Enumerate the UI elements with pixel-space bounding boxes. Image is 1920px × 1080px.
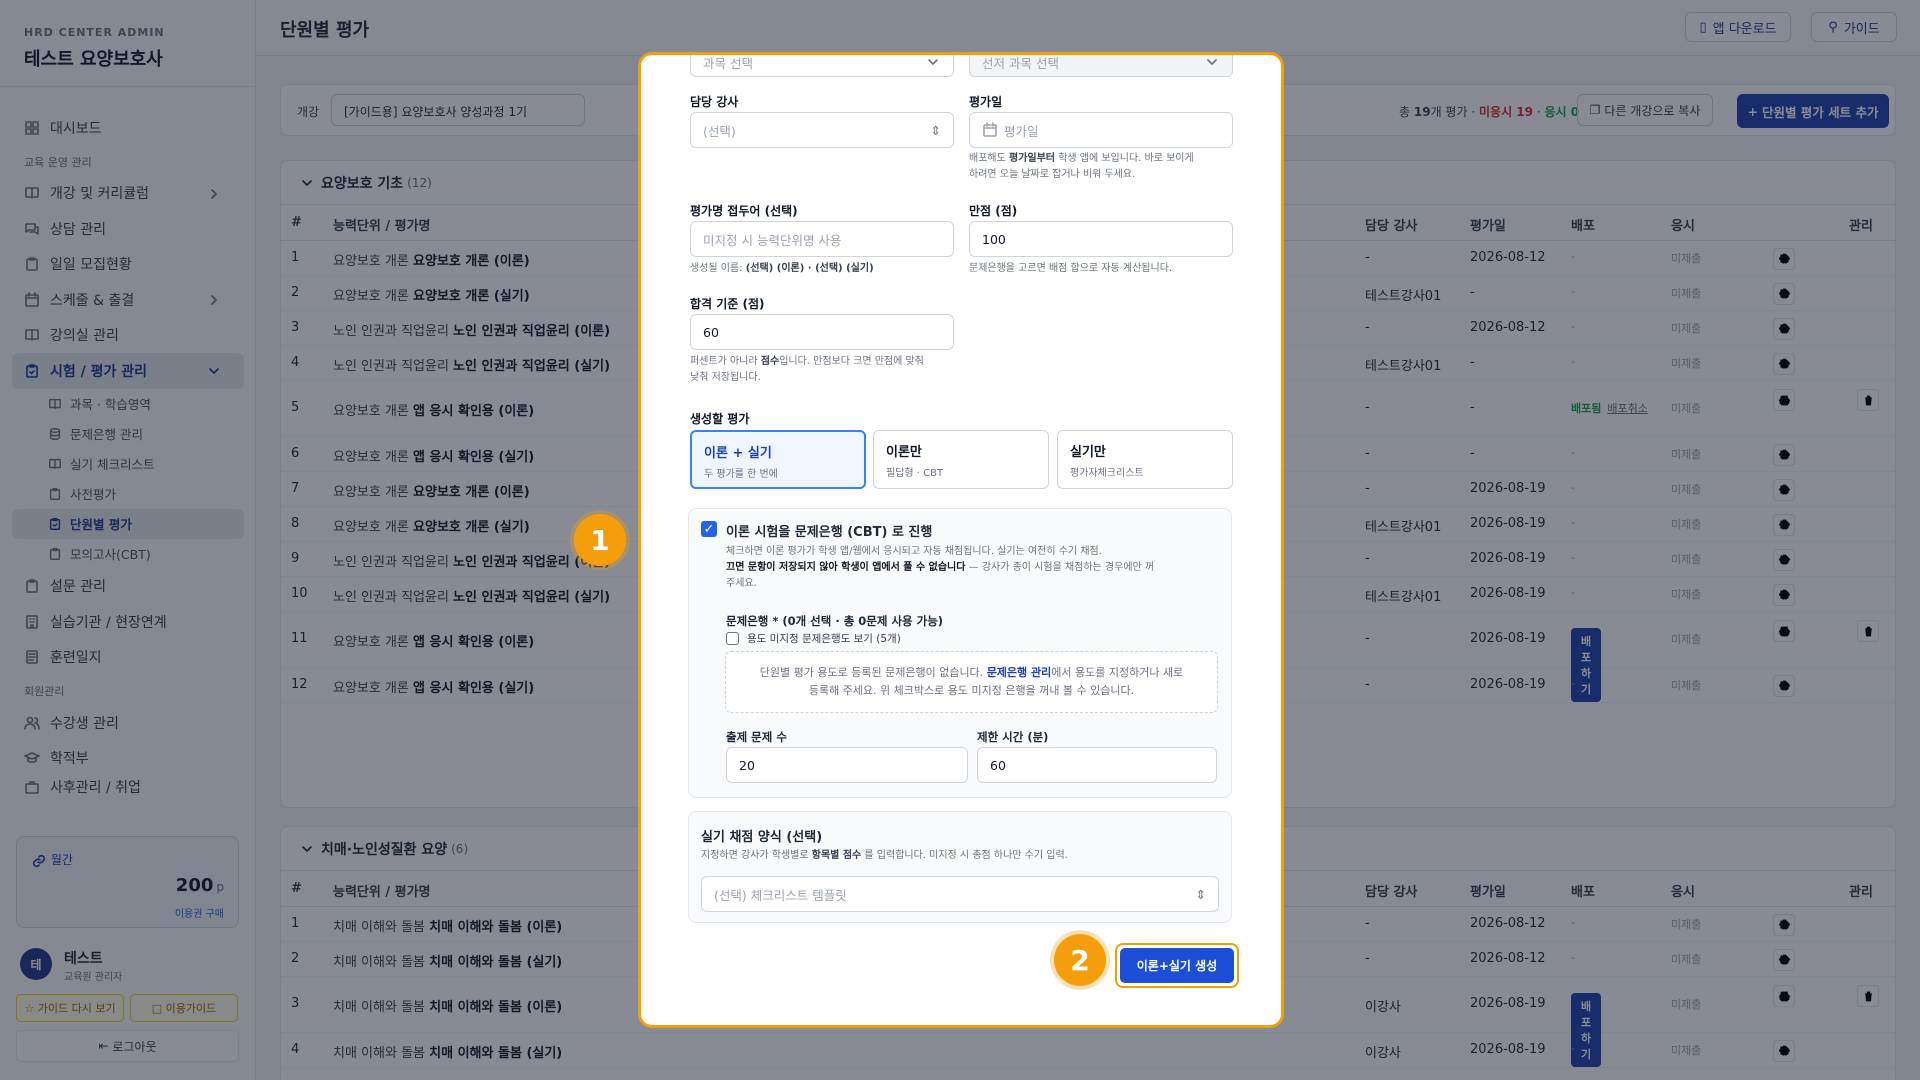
cbt-desc-1: 체크하면 이론 평가가 학생 앱/웹에서 응시되고 자동 채점됩니다. 실기는 … xyxy=(726,546,1102,557)
time-label: 제한 시간 (분) xyxy=(977,730,1049,744)
prereq-select[interactable]: 선저 과목 선택 xyxy=(969,55,1233,77)
checklist-template-value: (선택) 체크리스트 템플릿 xyxy=(714,887,847,903)
prefix-label: 평가명 접두어 (선택) xyxy=(690,204,798,218)
prac-desc-c: 를 입력합니다. 미지정 시 총점 하나만 수기 입력. xyxy=(864,850,1068,861)
qcount-input[interactable]: 20 xyxy=(726,747,968,783)
pass-help-a: 퍼센트가 아니라 xyxy=(690,356,758,367)
date-label: 평가일 xyxy=(969,95,1003,109)
updown-icon: ⇕ xyxy=(1195,887,1206,902)
bank-empty-message: 단원별 평가 용도로 등록된 문제은행이 없습니다. 문제은행 관리에서 용도를… xyxy=(725,651,1218,713)
pass-label: 합격 기준 (점) xyxy=(690,297,765,311)
gen-option-practice[interactable]: 실기만평가자체크리스트 xyxy=(1057,430,1233,489)
score-input[interactable]: 100 xyxy=(969,221,1233,257)
checklist-template-select[interactable]: (선택) 체크리스트 템플릿 ⇕ xyxy=(701,876,1219,912)
cbt-desc-2-bold: 끄면 문항이 저장되지 않아 학생이 앱에서 풀 수 없습니다 xyxy=(726,562,966,573)
date-help-b: 평가일부터 xyxy=(1009,153,1055,164)
subject-select[interactable]: 과목 선택 xyxy=(690,55,954,77)
pass-help-c: 입니다. 만점보다 크면 만점에 맞춰 xyxy=(779,356,924,367)
show-unassigned-label: 용도 미지정 문제은행도 보기 (5개) xyxy=(747,633,901,645)
gen-option-title: 이론만 xyxy=(886,445,922,460)
gen-option-title: 실기만 xyxy=(1070,445,1106,460)
bank-empty-a: 단원별 평가 용도로 등록된 문제은행이 없습니다. xyxy=(759,666,984,679)
pass-help-b: 점수 xyxy=(760,356,780,367)
create-eval-button[interactable]: 이론+실기 생성 xyxy=(1120,948,1234,983)
step-marker-2: 2 xyxy=(1054,934,1106,986)
updown-icon: ⇕ xyxy=(930,123,941,138)
date-input[interactable]: 평가일 xyxy=(969,112,1233,148)
prefix-input[interactable]: 미지정 시 능력단위명 사용 xyxy=(690,221,954,257)
gen-option-sub: 필답형 · CBT xyxy=(886,468,944,479)
time-value: 60 xyxy=(990,757,1006,773)
prefix-help-a: 생성될 이름: xyxy=(690,263,743,274)
prac-desc-a: 지정하면 강사가 학생별로 xyxy=(701,850,809,861)
show-unassigned-checkbox[interactable] xyxy=(726,632,739,645)
prefix-help-b: (선택) (이론) · (선택) (실기) xyxy=(745,263,874,274)
pass-help-2: 낮춰 저장됩니다. xyxy=(690,372,761,383)
chevron-down-icon xyxy=(925,55,941,70)
prac-title: 실기 채점 양식 (선택) xyxy=(701,830,823,845)
cbt-title: 이론 시험을 문제은행 (CBT) 로 진행 xyxy=(726,525,933,540)
date-placeholder: 평가일 xyxy=(1004,123,1039,139)
check-icon: ✓ xyxy=(703,521,715,537)
pass-help: 퍼센트가 아니라 점수입니다. 만점보다 크면 만점에 맞춰 낮춰 저장됩니다. xyxy=(690,354,924,386)
gen-option-both[interactable]: 이론 + 실기두 평가를 한 번에 xyxy=(690,430,866,489)
date-help-a: 배포해도 xyxy=(969,153,1006,164)
score-value: 100 xyxy=(982,231,1006,247)
score-label: 만점 (점) xyxy=(969,204,1018,218)
prefix-help: 생성될 이름: (선택) (이론) · (선택) (실기) xyxy=(690,261,874,277)
gen-option-title: 이론 + 실기 xyxy=(704,446,772,461)
prereq-select-value: 선저 과목 선택 xyxy=(982,55,1059,71)
gen-option-theory[interactable]: 이론만필답형 · CBT xyxy=(873,430,1049,489)
date-help: 배포해도 평가일부터 학생 앱에 보입니다. 바로 보이게 하려면 오늘 날짜로… xyxy=(969,151,1194,183)
bank-empty-c: 에서 용도를 지정하거나 새로 xyxy=(1051,666,1184,679)
qcount-value: 20 xyxy=(739,757,755,773)
bank-manage-link[interactable]: 문제은행 관리 xyxy=(987,666,1052,679)
gen-option-sub: 평가자체크리스트 xyxy=(1070,468,1144,479)
prac-desc: 지정하면 강사가 학생별로 항목별 점수 를 입력합니다. 미지정 시 총점 하… xyxy=(701,848,1068,864)
practice-panel: 실기 채점 양식 (선택) 지정하면 강사가 학생별로 항목별 점수 를 입력합… xyxy=(688,811,1232,923)
prefix-placeholder: 미지정 시 능력단위명 사용 xyxy=(703,232,842,248)
date-help-2: 하려면 오늘 날짜로 잡거나 비워 두세요. xyxy=(969,169,1136,180)
gen-label: 생성할 평가 xyxy=(690,412,750,426)
time-input[interactable]: 60 xyxy=(977,747,1217,783)
calendar-icon xyxy=(982,122,998,138)
cbt-desc-3: 주세요. xyxy=(726,578,757,589)
qcount-label: 출제 문제 수 xyxy=(726,730,787,744)
bank-empty-2: 등록해 주세요. 위 체크박스로 용도 미지정 은행을 꺼내 볼 수 있습니다. xyxy=(808,684,1135,697)
gen-option-sub: 두 평가를 한 번에 xyxy=(704,469,778,480)
teacher-label: 담당 강사 xyxy=(690,95,739,109)
teacher-select-value: (선택) xyxy=(703,123,736,139)
score-help: 문제은행을 고르면 배점 합으로 자동 계산됩니다. xyxy=(969,263,1173,274)
cbt-checkbox[interactable]: ✓ xyxy=(701,521,717,537)
date-help-c: 학생 앱에 보입니다. 바로 보이게 xyxy=(1058,153,1194,164)
step-marker-1: 1 xyxy=(574,514,626,566)
cbt-desc: 체크하면 이론 평가가 학생 앱/웹에서 응시되고 자동 채점됩니다. 실기는 … xyxy=(726,544,1216,592)
subject-select-value: 과목 선택 xyxy=(703,55,753,71)
create-eval-modal: 과목 선택 선저 과목 선택 담당 강사 (선택) ⇕ 평가일 평가일 배포해도 … xyxy=(638,52,1284,1028)
cbt-panel: ✓ 이론 시험을 문제은행 (CBT) 로 진행 체크하면 이론 평가가 학생 … xyxy=(688,508,1232,798)
pass-input[interactable]: 60 xyxy=(690,314,954,350)
chevron-down-icon xyxy=(1204,55,1220,70)
teacher-select[interactable]: (선택) ⇕ xyxy=(690,112,954,148)
prac-desc-b: 항목별 점수 xyxy=(811,850,862,861)
bank-label: 문제은행 * (0개 선택 · 총 0문제 사용 가능) xyxy=(726,614,944,628)
pass-value: 60 xyxy=(703,324,719,340)
cbt-desc-2: — 강사가 종이 시험을 채점하는 경우에만 꺼 xyxy=(968,562,1155,573)
create-button-highlight: 이론+실기 생성 xyxy=(1115,943,1239,988)
